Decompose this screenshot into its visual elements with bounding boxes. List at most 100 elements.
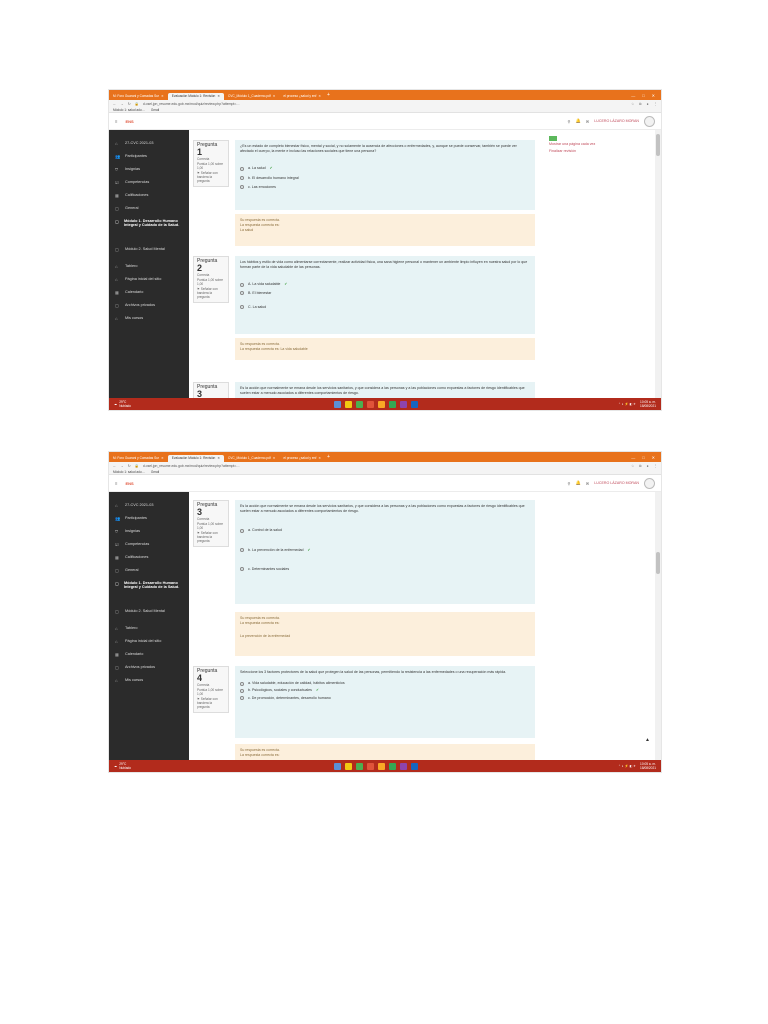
extension-icon[interactable]: ⧉	[639, 464, 641, 468]
sidebar-item-general[interactable]: ▢ General	[109, 565, 189, 578]
browser-tab[interactable]: el proceso ¿salud y enf ✕	[279, 93, 325, 100]
new-tab-icon[interactable]: +	[327, 92, 330, 98]
app-icon[interactable]	[356, 762, 363, 770]
sidebar-item-badges[interactable]: ⛉ Insignias	[109, 164, 189, 177]
avatar[interactable]	[644, 477, 655, 489]
url-field[interactable]: d.osel.jpn_resume.edu.gob.mx/mod/quiz/re…	[143, 102, 627, 106]
scrollbar[interactable]	[655, 130, 661, 398]
radio-button[interactable]	[240, 185, 244, 190]
bookmark[interactable]: Gmail	[151, 470, 159, 474]
bell-icon[interactable]: 🔔	[576, 118, 581, 124]
bookmark[interactable]: Gmail	[151, 108, 159, 112]
clock[interactable]: 10:05 a. m. 18/08/2021	[640, 762, 656, 770]
reload-icon[interactable]: ↻	[128, 102, 131, 106]
radio-button[interactable]	[240, 176, 244, 181]
close-tab-icon[interactable]: ✕	[318, 456, 321, 460]
star-icon[interactable]: ☆	[631, 464, 634, 468]
search-icon[interactable]: ⚲	[567, 119, 570, 124]
sidebar-item-calendar[interactable]: ▦ Calendario	[109, 287, 189, 300]
answer-option[interactable]: c. Determinantes sociales	[240, 567, 530, 572]
word-icon[interactable]	[411, 400, 418, 408]
file-explorer-icon[interactable]	[345, 400, 352, 408]
maximize-button[interactable]: □	[642, 455, 644, 460]
sidebar-item-module-2[interactable]: ▢ Módulo 2. Salud Mental	[109, 244, 189, 257]
weather-widget[interactable]: ☁ 29°C Nublado	[114, 400, 174, 408]
close-tab-icon[interactable]: ✕	[161, 94, 164, 98]
answer-option[interactable]: b. La prevención de la enfermedad ✔	[240, 548, 530, 553]
close-tab-icon[interactable]: ✕	[273, 94, 276, 98]
answer-option[interactable]: A. La vida saludable ✔	[240, 282, 530, 287]
reload-icon[interactable]: ↻	[128, 464, 131, 468]
sidebar-item-participants[interactable]: 👥 Participantes	[109, 151, 189, 164]
scrollbar[interactable]	[655, 492, 661, 760]
arrow-up-icon[interactable]: ▲	[645, 737, 650, 743]
sidebar-item-private-files[interactable]: ▢ Archivos privados	[109, 662, 189, 675]
radio-button[interactable]	[240, 548, 244, 553]
close-tab-icon[interactable]: ✕	[217, 456, 220, 460]
browser-tab-active[interactable]: Evaluación Módulo 1: Revisión ✕	[167, 92, 224, 100]
file-explorer-icon[interactable]	[345, 762, 352, 770]
answer-option[interactable]: C. La salud	[240, 305, 530, 310]
browser-tab[interactable]: CVC_Módulo 1_Cuaderno.pdf ✕	[224, 93, 279, 100]
windows-start-icon[interactable]	[334, 762, 341, 770]
sidebar-item-module-2[interactable]: ▢ Módulo 2. Salud Mental	[109, 606, 189, 619]
finish-review-link[interactable]: Finalizar revisión	[549, 148, 627, 155]
answer-option[interactable]: b. Psicológicos, sociales y conductuales…	[240, 688, 530, 693]
clock[interactable]: 10:05 a. m. 18/08/2021	[640, 400, 656, 408]
sidebar-item-home[interactable]: ⌂ Página inicial del sitio	[109, 274, 189, 287]
sidebar-item-module-1[interactable]: ▢ Módulo 1. Desarrollo Humano Integral y …	[109, 578, 189, 606]
menu-icon[interactable]: ≡	[115, 481, 117, 486]
close-tab-icon[interactable]: ✕	[273, 456, 276, 460]
radio-button[interactable]	[240, 681, 244, 686]
answer-option[interactable]: c. Las emociones	[240, 185, 530, 190]
chat-icon[interactable]: ✉	[586, 119, 590, 124]
star-icon[interactable]: ☆	[631, 102, 634, 106]
sidebar-item-home[interactable]: ⌂ Página inicial del sitio	[109, 636, 189, 649]
radio-button[interactable]	[240, 305, 244, 310]
forward-icon[interactable]: →	[120, 464, 123, 468]
scrollbar-thumb[interactable]	[656, 552, 660, 574]
browser-tab-active[interactable]: Evaluación Módulo 1: Revisión ✕	[167, 454, 224, 462]
radio-button[interactable]	[240, 688, 244, 693]
maximize-button[interactable]: □	[642, 93, 644, 98]
word-icon[interactable]	[411, 762, 418, 770]
browser-tab[interactable]: M: Foro Guarani y Comadas Sur ✕	[109, 455, 168, 462]
radio-button[interactable]	[240, 291, 244, 296]
site-logo[interactable]: ENS	[125, 119, 133, 124]
browser-tab[interactable]: CVC_Módulo 1_Cuaderno.pdf ✕	[224, 455, 279, 462]
sidebar-item-my-courses[interactable]: ⌂ Mis cursos	[109, 313, 189, 326]
sidebar-item-competencies[interactable]: ☑ Competencias	[109, 539, 189, 552]
sidebar-item-calendar[interactable]: ▦ Calendario	[109, 649, 189, 662]
scrollbar-thumb[interactable]	[656, 134, 660, 156]
radio-button[interactable]	[240, 567, 244, 572]
url-field[interactable]: d.osel.jpn_resume.edu.gob.mx/mod/quiz/re…	[143, 464, 627, 468]
answer-option[interactable]: b. El desarrollo humano integral	[240, 176, 530, 181]
sidebar-item-grades[interactable]: ▦ Calificaciones	[109, 190, 189, 203]
chrome-icon[interactable]	[389, 762, 396, 770]
bookmark[interactable]: Módulo 1: salud adu…	[113, 470, 145, 474]
search-icon[interactable]: ⚲	[567, 481, 570, 486]
sidebar-item-course[interactable]: ⌂ 27-CVC 2021-03	[109, 500, 189, 513]
radio-button[interactable]	[240, 166, 244, 171]
close-tab-icon[interactable]: ✕	[217, 94, 220, 98]
tray-icons[interactable]: ⌃ ◐ ⚡ ◧ ✈	[618, 764, 636, 768]
sidebar-item-competencies[interactable]: ☑ Competencias	[109, 177, 189, 190]
app-icon[interactable]	[367, 762, 374, 770]
sidebar-item-badges[interactable]: ⛉ Insignias	[109, 526, 189, 539]
flag-question-link[interactable]: ⚑ Señalar con bandera la pregunta	[197, 697, 225, 710]
sidebar-item-private-files[interactable]: ▢ Archivos privados	[109, 300, 189, 313]
answer-option[interactable]: a. Control de la salud	[240, 528, 530, 533]
app-icon[interactable]	[400, 762, 407, 770]
extension-icon[interactable]: ⧉	[639, 102, 641, 106]
browser-tab[interactable]: el proceso ¿salud y enf ✕	[279, 455, 325, 462]
browser-tab[interactable]: M: Foro Guarani y Comadas Sur ✕	[109, 93, 168, 100]
app-icon[interactable]	[378, 400, 385, 408]
new-tab-icon[interactable]: +	[327, 454, 330, 460]
close-window-button[interactable]: ✕	[652, 455, 655, 460]
minimize-button[interactable]: —	[631, 93, 635, 98]
sidebar-item-my-courses[interactable]: ⌂ Mis cursos	[109, 675, 189, 688]
sidebar-item-dashboard[interactable]: ⌂ Tablero	[109, 623, 189, 636]
app-icon[interactable]	[356, 400, 363, 408]
flag-question-link[interactable]: ⚑ Señalar con bandera la pregunta	[197, 171, 225, 184]
sidebar-item-grades[interactable]: ▦ Calificaciones	[109, 552, 189, 565]
